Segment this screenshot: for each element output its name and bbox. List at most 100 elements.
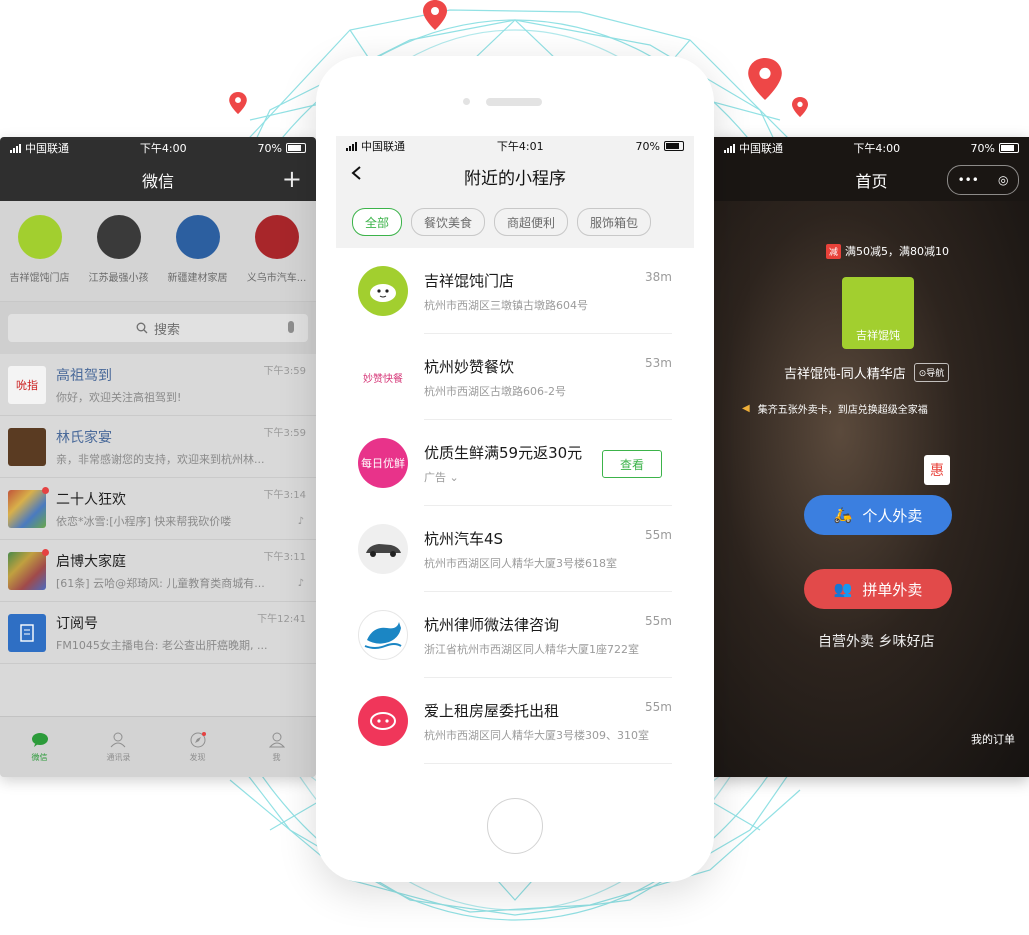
carrier-label: 中国联通: [25, 142, 69, 155]
whale-icon: [364, 622, 402, 649]
list-item[interactable]: 爱上租房屋委托出租 杭州市西湖区同人精华大厦3号楼309、310室 55m: [336, 678, 694, 764]
chip-convenience[interactable]: 商超便利: [494, 208, 569, 236]
microphone-icon[interactable]: [288, 321, 294, 333]
battery-icon: [999, 143, 1019, 153]
status-bar: 中国联通 下午4:00 70%: [714, 137, 1029, 159]
carrier-label: 中国联通: [739, 142, 783, 155]
mini-program-logo: [358, 266, 408, 316]
discount-badge: 惠: [924, 455, 950, 485]
wechat-header: 中国联通 下午4:00 70% 微信 +: [0, 137, 316, 201]
add-icon[interactable]: +: [282, 165, 302, 193]
item-address: 浙江省杭州市西湖区同人精华大厦1座722室: [424, 642, 639, 656]
subscription-icon: [8, 613, 46, 652]
group-order-button[interactable]: 👥 拼单外卖: [804, 569, 952, 609]
view-button[interactable]: 查看: [602, 450, 662, 478]
mute-icon: ♪: [297, 578, 304, 589]
mini-program-label: 江苏最强小孩: [88, 273, 149, 284]
my-orders-link[interactable]: 我的订单: [971, 731, 1015, 747]
status-bar: 中国联通 下午4:01 70%: [336, 136, 694, 156]
list-item[interactable]: 杭州汽车4S 杭州市西湖区同人精华大厦3号楼618室 55m: [336, 506, 694, 592]
page-title: 附近的小程序: [464, 168, 566, 189]
ad-list-item[interactable]: 每日优鲜 优质生鲜满59元返30元 广告 ⌄ 查看: [336, 420, 694, 506]
store-logo-text: 吉祥馄饨: [856, 329, 900, 342]
mini-program-label: 新疆建材家居: [167, 273, 228, 284]
store-slogan: 自营外卖 乡味好店: [818, 634, 935, 650]
mini-program-item[interactable]: 义乌市汽车...: [241, 215, 313, 293]
avatar: [8, 548, 49, 590]
chip-all[interactable]: 全部: [352, 208, 403, 236]
tab-label: 发现: [189, 752, 206, 762]
chat-time: 下午12:41: [257, 614, 306, 625]
item-name: 爱上租房屋委托出租: [424, 701, 560, 720]
item-name: 杭州妙赞餐饮: [424, 357, 515, 376]
contacts-icon: [110, 732, 125, 747]
back-icon[interactable]: [350, 166, 364, 180]
mini-program-item[interactable]: 江苏最强小孩: [83, 215, 155, 293]
close-mini-program-icon[interactable]: ◎: [998, 173, 1008, 187]
home-button[interactable]: [487, 798, 543, 854]
menu-capsule[interactable]: ••• ◎: [947, 165, 1019, 195]
mini-program-item[interactable]: 吉祥馄饨门店: [4, 215, 76, 293]
item-distance: 38m: [645, 270, 672, 284]
mini-program-item[interactable]: 新疆建材家居: [162, 215, 234, 293]
compass-icon: [190, 731, 206, 747]
unread-dot: [42, 486, 49, 494]
list-item[interactable]: 吉祥馄饨门店 杭州市西湖区三墩镇古墩路604号 38m: [336, 248, 694, 334]
item-name: 杭州汽车4S: [424, 529, 504, 548]
battery-percent: 70%: [970, 141, 995, 155]
more-icon[interactable]: •••: [958, 173, 979, 187]
chevron-down-icon[interactable]: ⌄: [450, 471, 459, 484]
pig-icon: [370, 712, 396, 730]
item-address: 杭州市西湖区古墩路606-2号: [424, 384, 566, 398]
chip-food[interactable]: 餐饮美食: [411, 208, 486, 236]
scooter-icon: 🛵: [833, 506, 853, 524]
tab-discover[interactable]: 发现: [173, 731, 223, 763]
search-input[interactable]: 搜索: [8, 314, 308, 342]
chat-bubble-icon: [31, 732, 48, 747]
list-item[interactable]: 杭州律师微法律咨询 浙江省杭州市西湖区同人精华大厦1座722室 55m: [336, 592, 694, 678]
nearby-mini-programs-screen: 中国联通 下午4:01 70% 附近的小程序 全部 餐饮美食 商超便利 服饰箱包…: [336, 136, 694, 776]
center-phone-frame: 中国联通 下午4:01 70% 附近的小程序 全部 餐饮美食 商超便利 服饰箱包…: [316, 56, 714, 882]
store-name: 吉祥馄饨-同人精华店: [784, 367, 906, 382]
promo-tag: 减: [826, 243, 842, 259]
signal-icon: [724, 143, 735, 153]
battery-icon: [664, 141, 684, 151]
personal-delivery-button[interactable]: 🛵 个人外卖: [804, 495, 952, 535]
avatar: [8, 486, 49, 528]
status-time: 下午4:01: [496, 140, 544, 153]
group-order-label: 拼单外卖: [862, 580, 923, 599]
chat-row[interactable]: 林氏家宴 亲，非常感谢您的支持，欢迎来到杭州林... 下午3:59: [0, 416, 316, 478]
recent-mini-programs: 吉祥馄饨门店 江苏最强小孩 新疆建材家居 义乌市汽车...: [0, 201, 316, 301]
earpiece-speaker: [486, 98, 542, 106]
carrier-label: 中国联通: [361, 140, 405, 153]
navigate-button[interactable]: ⊙导航: [913, 363, 950, 382]
chat-row[interactable]: 订阅号 FM1045女主播电台: 老公查出肝癌晚期, ... 下午12:41: [0, 602, 316, 664]
chat-row[interactable]: 启博大家庭 [61条] 云哈@郑琦风: 儿童教育类商城有... 下午3:11 ♪: [0, 540, 316, 602]
page-title: 首页: [855, 172, 888, 191]
list-item[interactable]: 妙赞快餐 杭州妙赞餐饮 杭州市西湖区古墩路606-2号 53m: [336, 334, 694, 420]
mini-program-logo: [358, 610, 408, 660]
tab-contacts[interactable]: 通讯录: [94, 732, 144, 763]
car-icon: [366, 544, 401, 557]
item-distance: 55m: [645, 528, 672, 542]
personal-delivery-label: 个人外卖: [862, 506, 923, 525]
item-name: 杭州律师微法律咨询: [424, 615, 560, 634]
mini-program-logo: 每日优鲜: [358, 438, 408, 488]
avatar: [8, 427, 46, 466]
ad-label: 广告: [424, 470, 446, 484]
item-address: 杭州市西湖区同人精华大厦3号楼309、310室: [424, 728, 649, 742]
tab-wechat[interactable]: 微信: [15, 732, 65, 763]
item-name: 吉祥馄饨门店: [424, 271, 515, 290]
tab-me[interactable]: 我: [252, 732, 302, 763]
chat-message: FM1045女主播电台: 老公查出肝癌晚期, ...: [56, 638, 268, 652]
battery-icon: [286, 143, 306, 153]
battery-percent: 70%: [257, 141, 282, 155]
chip-apparel[interactable]: 服饰箱包: [577, 208, 652, 236]
search-placeholder: 搜索: [153, 322, 180, 338]
front-camera: [463, 98, 470, 105]
mini-program-logo: [358, 524, 408, 574]
chat-row[interactable]: 吮指 高祖驾到 你好，欢迎关注高祖驾到! 下午3:59: [0, 354, 316, 416]
mini-program-label: 义乌市汽车...: [246, 273, 307, 284]
chat-row[interactable]: 二十人狂欢 依恋*冰雪:[小程序] 快来帮我砍价喽 下午3:14 ♪: [0, 478, 316, 540]
mini-program-logo: [254, 215, 299, 259]
